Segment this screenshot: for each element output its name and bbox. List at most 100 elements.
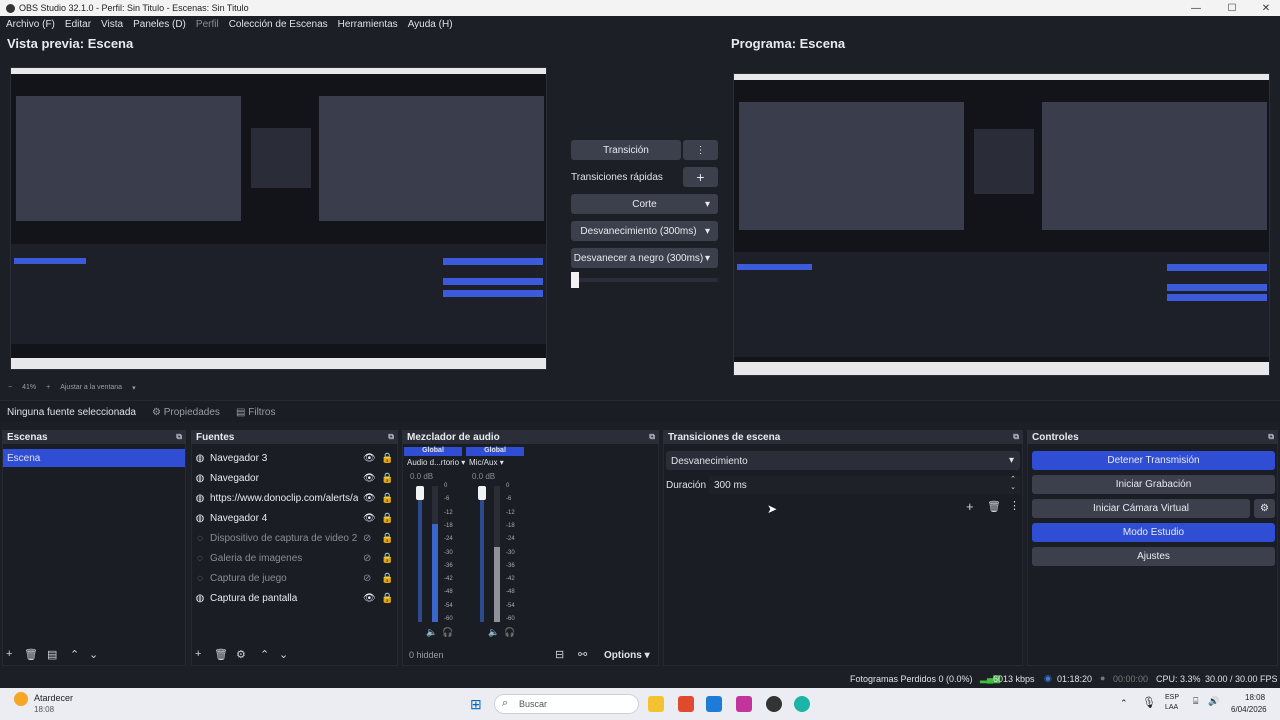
network-icon[interactable]: ⌸ <box>1193 696 1198 707</box>
headphones-icon[interactable]: 🎧 <box>442 627 453 638</box>
quick-desvanecimiento[interactable]: Desvanecimiento (300ms) ▾ <box>571 221 718 241</box>
collapse-icon[interactable]: ⊟ <box>555 648 564 661</box>
tbar-slider[interactable] <box>571 278 718 282</box>
filter-icon[interactable]: ▤ <box>47 648 57 661</box>
speaker-icon[interactable]: 🔈 <box>426 627 437 638</box>
menu-coleccion[interactable]: Colección de Escenas <box>229 19 328 30</box>
windows-start-icon[interactable]: ⊞ <box>470 696 482 713</box>
lang-code[interactable]: ESP <box>1165 694 1179 701</box>
lock-icon[interactable]: 🔒 <box>381 573 393 584</box>
gear-icon[interactable]: ⚙ <box>1254 499 1275 518</box>
source-item[interactable]: ◍ Captura de pantalla 👁 🔒 <box>193 589 396 607</box>
eye-off-icon[interactable]: ⊘ <box>363 573 371 584</box>
chevron-down-icon[interactable]: ▾ <box>132 384 136 392</box>
settings-button[interactable]: Ajustes <box>1032 547 1275 566</box>
spinner-icon[interactable]: ⌃ ⌄ <box>1010 476 1016 492</box>
menu-vista[interactable]: Vista <box>101 19 123 30</box>
eye-icon[interactable]: 👁 <box>363 593 376 604</box>
source-item[interactable]: ◌ Galeria de imagenes ⊘ 🔒 <box>193 549 396 567</box>
maximize-icon[interactable]: ☐ <box>1220 0 1244 16</box>
transition-select[interactable]: Desvanecimiento ▾ <box>666 451 1020 470</box>
menu-perfil[interactable]: Perfil <box>196 19 219 30</box>
trash-icon[interactable]: 🗑 <box>24 648 38 661</box>
chevron-up-icon[interactable]: ⌃ <box>1120 698 1128 709</box>
outlook-icon[interactable] <box>706 696 722 712</box>
zoom-fit[interactable]: Ajustar a la ventana <box>60 384 122 392</box>
arrow-down-icon[interactable]: ⌄ <box>279 648 288 661</box>
preview-canvas[interactable] <box>10 67 547 370</box>
arrow-up-icon[interactable]: ⌃ <box>260 648 269 661</box>
taskbar-search[interactable]: ⌕ Buscar <box>494 694 639 714</box>
scene-item[interactable]: Escena <box>3 449 185 467</box>
start-recording-button[interactable]: Iniciar Grabación <box>1032 475 1275 494</box>
volume-handle[interactable] <box>478 486 486 500</box>
source-item[interactable]: ◌ Captura de juego ⊘ 🔒 <box>193 569 396 587</box>
headphones-icon[interactable]: 🎧 <box>504 627 515 638</box>
stop-stream-button[interactable]: Detener Transmisión <box>1032 451 1275 470</box>
menu-paneles[interactable]: Paneles (D) <box>133 19 186 30</box>
source-item[interactable]: ◍ Navegador 4 👁 🔒 <box>193 509 396 527</box>
lock-icon[interactable]: 🔒 <box>381 513 393 524</box>
transition-more-icon[interactable]: ⋮ <box>683 140 718 160</box>
photos-icon[interactable] <box>736 696 752 712</box>
quick-desvanecer-negro[interactable]: Desvanecer a negro (300ms) ▾ <box>571 248 718 268</box>
popout-icon[interactable]: ⧉ <box>649 432 655 442</box>
popout-icon[interactable]: ⧉ <box>176 432 182 442</box>
trash-icon[interactable]: 🗑 <box>987 500 1001 513</box>
mixer-options-button[interactable]: Options ▾ <box>604 650 650 661</box>
volume-handle[interactable] <box>416 486 424 500</box>
tbar-handle[interactable] <box>571 272 579 288</box>
source-item[interactable]: ◍ Navegador 3 👁 🔒 <box>193 449 396 467</box>
popout-icon[interactable]: ⧉ <box>1013 432 1019 442</box>
add-scene-icon[interactable]: + <box>6 648 12 660</box>
eye-off-icon[interactable]: ⊘ <box>363 533 371 544</box>
menu-editar[interactable]: Editar <box>65 19 91 30</box>
channel-name[interactable]: Mic/Aux ▾ <box>469 458 539 467</box>
channel-name[interactable]: Audio d...rtorio ▾ <box>407 458 477 467</box>
volume-track[interactable] <box>418 486 422 622</box>
clock-time[interactable]: 18:08 <box>1245 693 1265 702</box>
arrow-up-icon[interactable]: ⌃ <box>70 648 79 661</box>
zoom-in-button[interactable]: + <box>46 384 50 392</box>
menu-ayuda[interactable]: Ayuda (H) <box>408 19 453 30</box>
more-icon[interactable]: ⋮ <box>1009 499 1020 512</box>
properties-button[interactable]: ⚙ Propiedades <box>152 407 220 418</box>
lock-icon[interactable]: 🔒 <box>381 553 393 564</box>
popout-icon[interactable]: ⧉ <box>388 432 394 442</box>
add-quick-transition-button[interactable]: + <box>683 167 718 187</box>
volume-icon[interactable]: 🔊 <box>1208 696 1219 707</box>
start-virtualcam-button[interactable]: Iniciar Cámara Virtual <box>1032 499 1250 518</box>
link-icon[interactable]: ⚯ <box>578 648 587 661</box>
quick-corte[interactable]: Corte ▾ <box>571 194 718 214</box>
weather-label[interactable]: Atardecer <box>34 693 73 703</box>
studio-mode-button[interactable]: Modo Estudio <box>1032 523 1275 542</box>
lock-icon[interactable]: 🔒 <box>381 533 393 544</box>
popout-icon[interactable]: ⧉ <box>1268 432 1274 442</box>
obs-icon[interactable] <box>766 696 782 712</box>
lock-icon[interactable]: 🔒 <box>381 473 393 484</box>
speaker-icon[interactable]: 🔈 <box>488 627 499 638</box>
menu-herramientas[interactable]: Herramientas <box>338 19 398 30</box>
source-item[interactable]: ◌ Dispositivo de captura de video 2 ⊘ 🔒 <box>193 529 396 547</box>
minimize-icon[interactable]: — <box>1184 0 1208 16</box>
edge-icon[interactable] <box>794 696 810 712</box>
source-item[interactable]: ◍ Navegador 👁 🔒 <box>193 469 396 487</box>
volume-track[interactable] <box>480 486 484 622</box>
add-source-icon[interactable]: + <box>195 648 201 660</box>
trash-icon[interactable]: 🗑 <box>214 648 228 661</box>
zoom-out-button[interactable]: − <box>8 384 12 392</box>
close-icon[interactable]: ✕ <box>1254 0 1278 16</box>
transition-button[interactable]: Transición <box>571 140 681 160</box>
menu-archivo[interactable]: Archivo (F) <box>6 19 55 30</box>
source-item[interactable]: ◍ https://www.donoclip.com/alerts/abe 👁 🔒 <box>193 489 396 507</box>
duration-input[interactable]: 300 ms ⌃ ⌄ <box>709 476 1020 494</box>
eye-off-icon[interactable]: ⊘ <box>363 553 371 564</box>
lock-icon[interactable]: 🔒 <box>381 493 393 504</box>
filters-button[interactable]: ▤ Filtros <box>236 407 275 418</box>
eye-icon[interactable]: 👁 <box>363 473 376 484</box>
lock-icon[interactable]: 🔒 <box>381 593 393 604</box>
gear-icon[interactable]: ⚙ <box>236 648 246 661</box>
eye-icon[interactable]: 👁 <box>363 453 376 464</box>
add-transition-icon[interactable]: + <box>966 499 974 514</box>
lock-icon[interactable]: 🔒 <box>381 453 393 464</box>
